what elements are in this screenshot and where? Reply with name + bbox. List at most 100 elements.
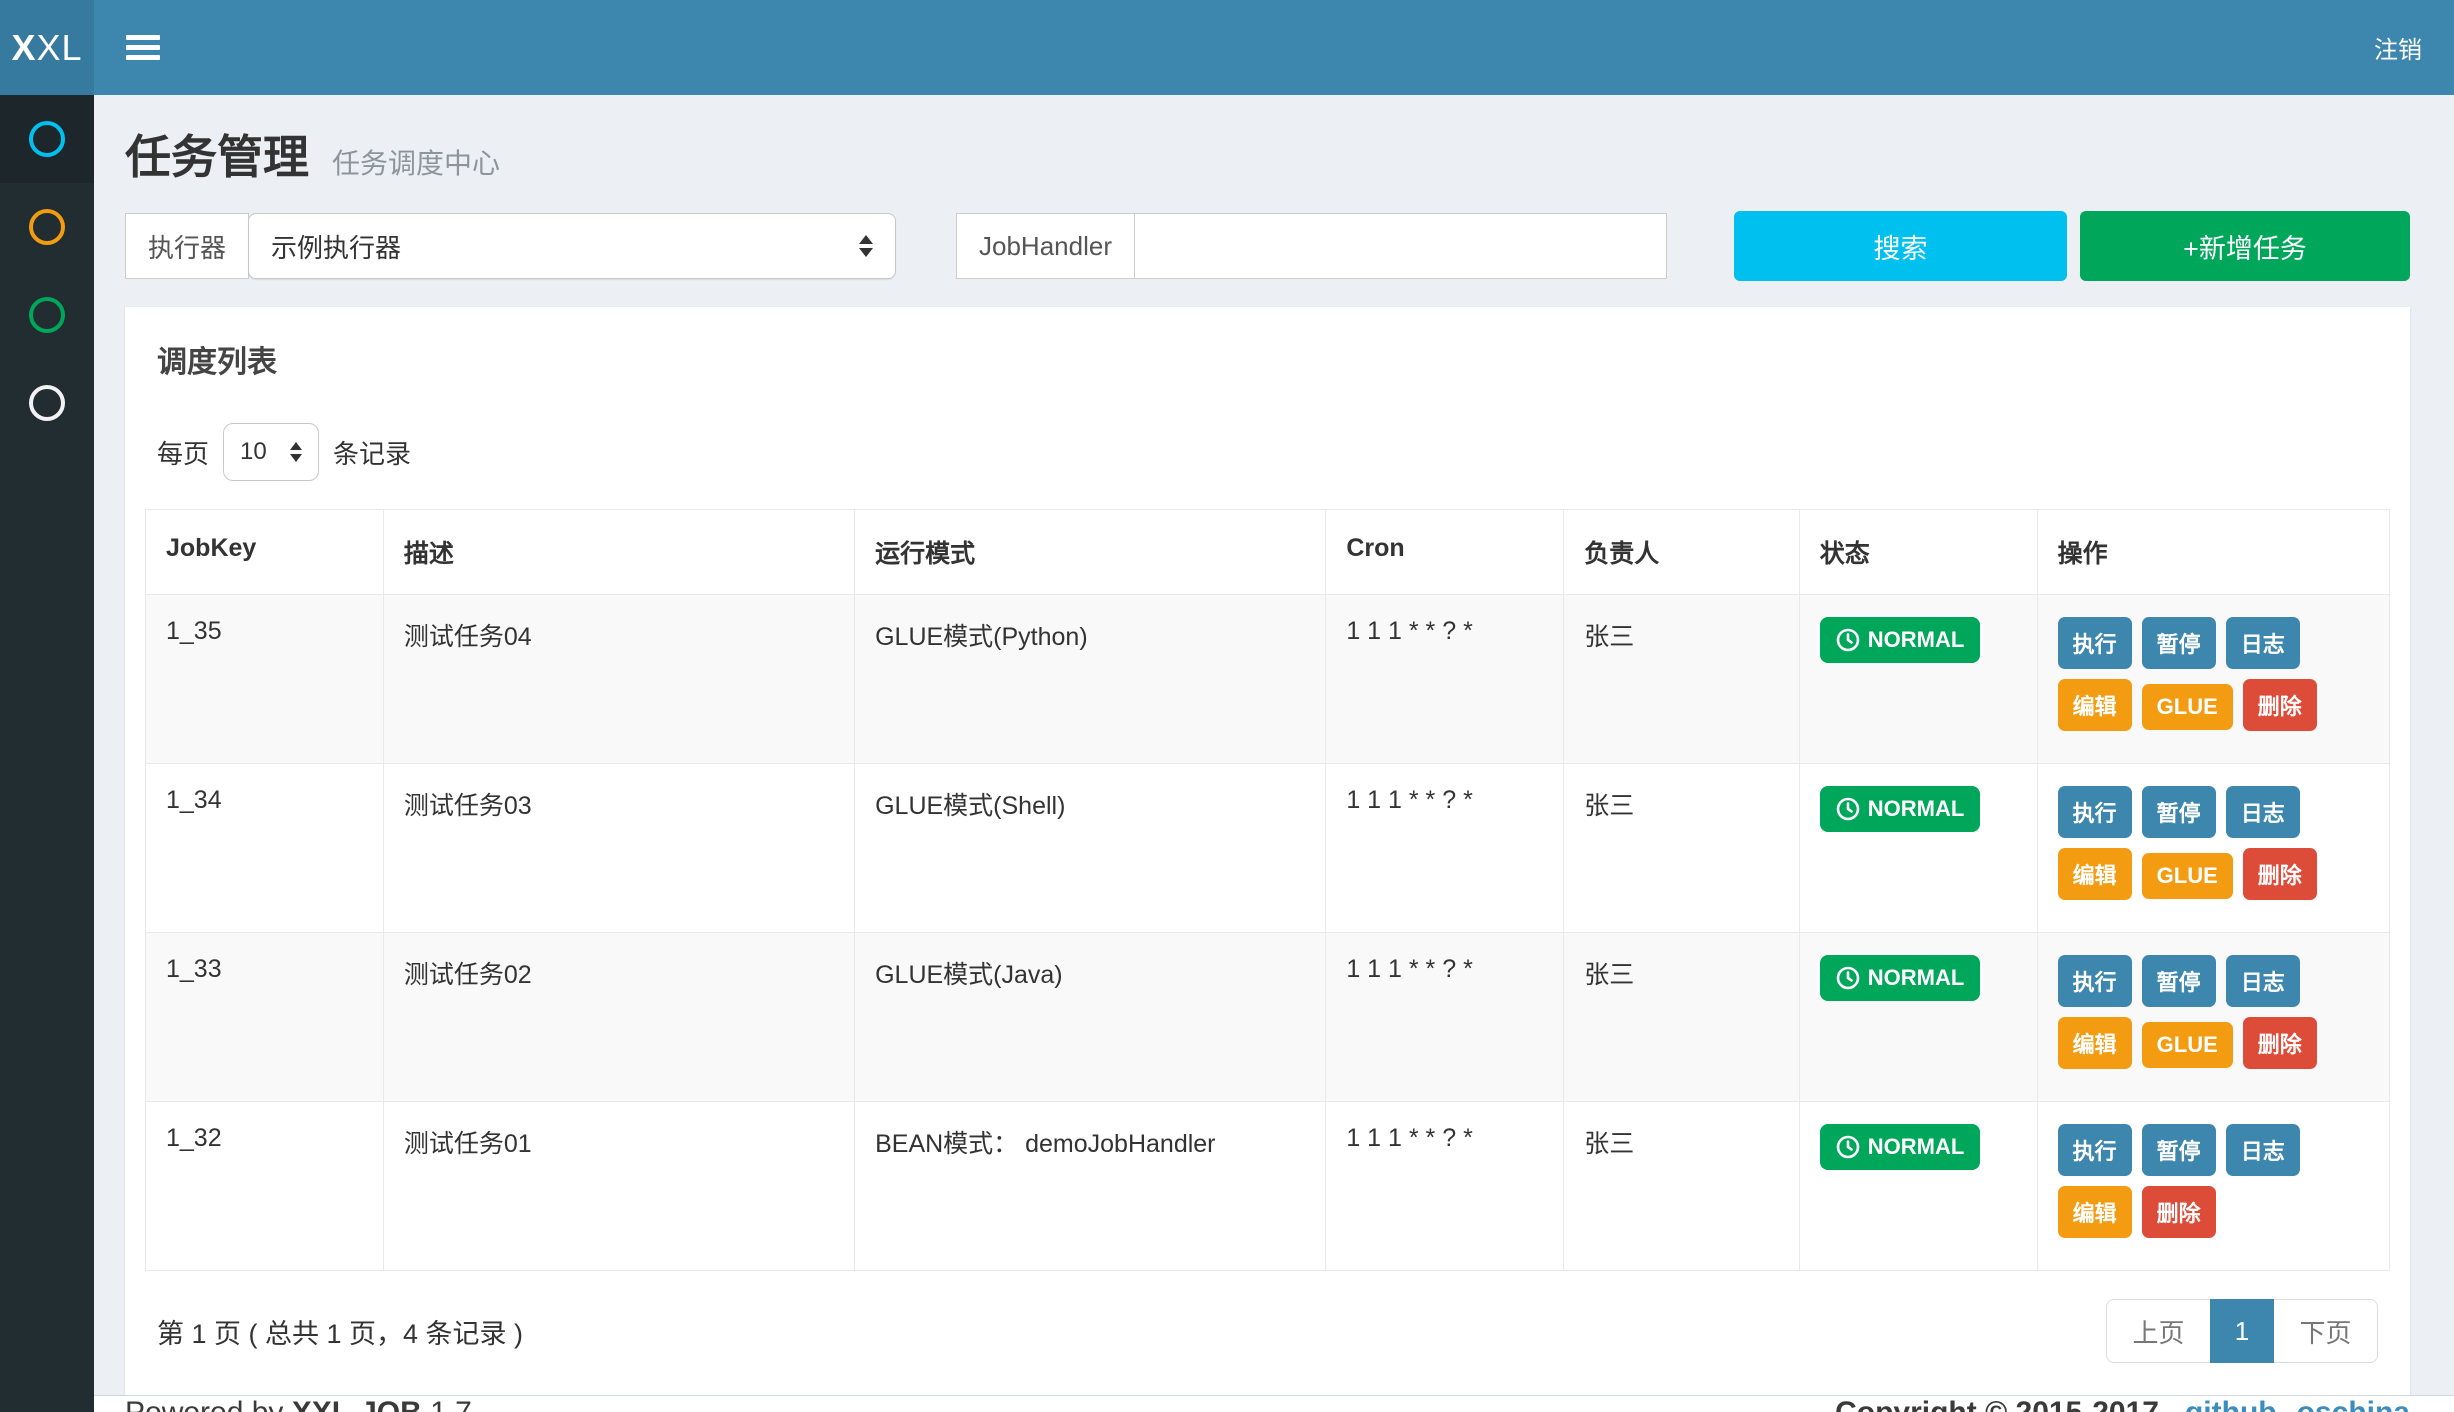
footer-right: Copyright © 2015-2017 github oschina <box>1835 1396 2410 1412</box>
navbar-content: 注销 <box>94 0 2454 95</box>
action-button-GLUE[interactable]: GLUE <box>2142 684 2233 730</box>
cell-job_key: 1_33 <box>146 933 384 1102</box>
jobhandler-label: JobHandler <box>956 213 1135 279</box>
cell-actions: 执行暂停日志编辑GLUE删除 <box>2037 595 2389 764</box>
cell-status: NORMAL <box>1799 764 2037 933</box>
page-summary: 第 1 页 ( 总共 1 页，4 条记录 ) <box>157 1312 523 1351</box>
action-button-日志[interactable]: 日志 <box>2226 955 2300 1007</box>
copyright-text: Copyright © 2015-2017 <box>1835 1396 2159 1412</box>
sidebar-item-menu-item-2[interactable] <box>0 183 94 271</box>
footer-link-oschina[interactable]: oschina <box>2297 1396 2410 1412</box>
status-badge: NORMAL <box>1820 786 1981 832</box>
action-button-执行[interactable]: 执行 <box>2058 1124 2132 1176</box>
powered-by: Powered by XXL-JOB 1.7 <box>125 1396 472 1412</box>
action-button-日志[interactable]: 日志 <box>2226 1124 2300 1176</box>
action-button-删除[interactable]: 删除 <box>2243 1017 2317 1069</box>
action-button-执行[interactable]: 执行 <box>2058 955 2132 1007</box>
column-header: Cron <box>1326 510 1564 595</box>
filter-toolbar: 执行器 示例执行器 JobHandler 搜索 +新增任务 <box>125 211 2410 281</box>
action-button-编辑[interactable]: 编辑 <box>2058 848 2132 900</box>
cell-desc: 测试任务03 <box>383 764 854 933</box>
footer-links: github oschina <box>2185 1396 2410 1412</box>
sidebar-item-menu-item-1[interactable] <box>0 95 94 183</box>
status-text: NORMAL <box>1868 627 1965 653</box>
sidebar-item-menu-item-4[interactable] <box>0 359 94 447</box>
cell-cron: 1 1 1 * * ? * <box>1326 933 1564 1102</box>
next-page-button[interactable]: 下页 <box>2274 1299 2378 1363</box>
action-button-GLUE[interactable]: GLUE <box>2142 853 2233 899</box>
cell-actions: 执行暂停日志编辑删除 <box>2037 1102 2389 1271</box>
column-header: JobKey <box>146 510 384 595</box>
action-button-编辑[interactable]: 编辑 <box>2058 679 2132 731</box>
cell-desc: 测试任务01 <box>383 1102 854 1271</box>
column-header: 运行模式 <box>855 510 1326 595</box>
column-header: 状态 <box>1799 510 2037 595</box>
clock-icon <box>1836 797 1860 821</box>
brand-name: XXL-JOB <box>292 1396 422 1412</box>
cell-job_key: 1_35 <box>146 595 384 764</box>
circle-icon <box>29 297 65 333</box>
table-row: 1_35测试任务04GLUE模式(Python)1 1 1 * * ? *张三N… <box>146 595 2390 764</box>
table-row: 1_34测试任务03GLUE模式(Shell)1 1 1 * * ? *张三NO… <box>146 764 2390 933</box>
page-title: 任务管理 <box>125 131 309 183</box>
cell-cron: 1 1 1 * * ? * <box>1326 595 1564 764</box>
status-text: NORMAL <box>1868 796 1965 822</box>
per-page-select[interactable]: 10 <box>223 423 319 481</box>
column-header: 描述 <box>383 510 854 595</box>
footer-link-github[interactable]: github <box>2185 1396 2277 1412</box>
cell-actions: 执行暂停日志编辑GLUE删除 <box>2037 933 2389 1102</box>
prev-page-button[interactable]: 上页 <box>2106 1299 2210 1363</box>
action-button-暂停[interactable]: 暂停 <box>2142 786 2216 838</box>
sidebar-menu <box>0 95 94 1412</box>
action-button-删除[interactable]: 删除 <box>2243 679 2317 731</box>
action-button-删除[interactable]: 删除 <box>2243 848 2317 900</box>
action-button-执行[interactable]: 执行 <box>2058 617 2132 669</box>
cell-desc: 测试任务02 <box>383 933 854 1102</box>
logout-link[interactable]: 注销 <box>2374 30 2422 65</box>
table-row: 1_32测试任务01BEAN模式： demoJobHandler1 1 1 * … <box>146 1102 2390 1271</box>
brand-version: 1.7 <box>430 1396 472 1412</box>
current-page-button[interactable]: 1 <box>2210 1299 2274 1363</box>
logo-text-bold: X <box>11 27 36 69</box>
panel-title: 调度列表 <box>157 337 2390 381</box>
per-page-suffix: 条记录 <box>333 434 411 471</box>
table-row: 1_33测试任务02GLUE模式(Java)1 1 1 * * ? *张三NOR… <box>146 933 2390 1102</box>
action-button-暂停[interactable]: 暂停 <box>2142 955 2216 1007</box>
action-button-编辑[interactable]: 编辑 <box>2058 1186 2132 1238</box>
action-button-日志[interactable]: 日志 <box>2226 786 2300 838</box>
hamburger-bar <box>126 55 160 60</box>
action-button-编辑[interactable]: 编辑 <box>2058 1017 2132 1069</box>
jobhandler-filter-group: JobHandler <box>956 213 1667 279</box>
status-text: NORMAL <box>1868 965 1965 991</box>
status-badge: NORMAL <box>1820 617 1981 663</box>
cell-status: NORMAL <box>1799 1102 2037 1271</box>
powered-prefix: Powered by <box>125 1396 283 1412</box>
page-wrapper: 任务管理 任务调度中心 执行器 示例执行器 JobHandler 搜索 +新增任… <box>0 95 2454 1412</box>
cell-cron: 1 1 1 * * ? * <box>1326 764 1564 933</box>
action-button-暂停[interactable]: 暂停 <box>2142 617 2216 669</box>
content-area: 任务管理 任务调度中心 执行器 示例执行器 JobHandler 搜索 +新增任… <box>94 95 2454 1395</box>
cell-status: NORMAL <box>1799 933 2037 1102</box>
jobhandler-input[interactable] <box>1135 213 1667 279</box>
circle-icon <box>29 209 65 245</box>
action-button-执行[interactable]: 执行 <box>2058 786 2132 838</box>
cell-desc: 测试任务04 <box>383 595 854 764</box>
per-page-control: 每页 10 条记录 <box>157 423 2390 481</box>
job-list-panel: 调度列表 每页 10 条记录 JobKey描述运行模式Cron负责人状态操作 1… <box>125 307 2410 1395</box>
app-logo: XXL <box>0 0 94 95</box>
select-caret-icon <box>290 442 302 462</box>
cell-cron: 1 1 1 * * ? * <box>1326 1102 1564 1271</box>
table-header-row: JobKey描述运行模式Cron负责人状态操作 <box>146 510 2390 595</box>
action-button-日志[interactable]: 日志 <box>2226 617 2300 669</box>
executor-select-value: 示例执行器 <box>271 228 401 265</box>
action-button-删除[interactable]: 删除 <box>2142 1186 2216 1238</box>
action-button-GLUE[interactable]: GLUE <box>2142 1022 2233 1068</box>
action-button-暂停[interactable]: 暂停 <box>2142 1124 2216 1176</box>
page-footer: Powered by XXL-JOB 1.7 Copyright © 2015-… <box>94 1395 2454 1412</box>
add-job-button[interactable]: +新增任务 <box>2080 211 2410 281</box>
executor-select[interactable]: 示例执行器 <box>248 213 896 279</box>
cell-owner: 张三 <box>1564 595 1800 764</box>
search-button[interactable]: 搜索 <box>1734 211 2067 281</box>
sidebar-toggle-icon[interactable] <box>126 30 166 65</box>
sidebar-item-menu-item-3[interactable] <box>0 271 94 359</box>
